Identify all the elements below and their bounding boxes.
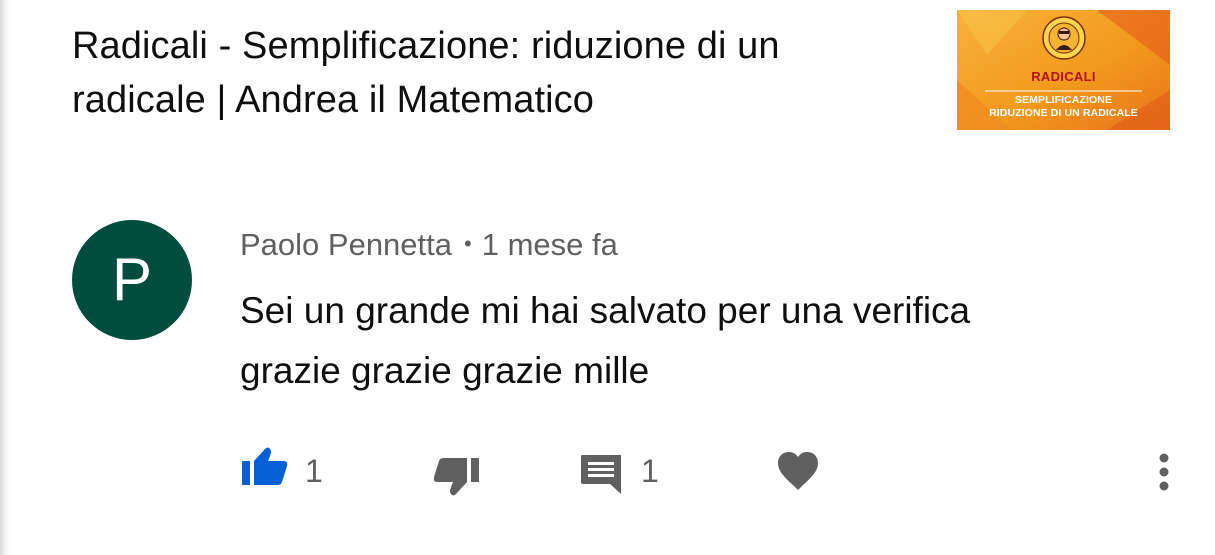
meta-separator: • xyxy=(464,231,472,256)
thumbnail-title: RADICALI xyxy=(1031,69,1096,84)
reply-button[interactable] xyxy=(579,453,623,495)
comment-meta: Paolo Pennetta • 1 mese fa xyxy=(240,222,618,267)
dislike-button[interactable] xyxy=(432,457,480,499)
thumbs-up-icon xyxy=(242,447,288,485)
heart-icon xyxy=(778,452,818,490)
thumbs-down-icon xyxy=(433,458,479,496)
video-thumbnail[interactable]: RADICALI SEMPLIFICAZIONE RIDUZIONE DI UN… xyxy=(957,10,1170,130)
comment-timestamp: 1 mese fa xyxy=(481,227,618,262)
video-title[interactable]: Radicali - Semplificazione: riduzione di… xyxy=(72,19,912,127)
comment-text: Sei un grande mi hai salvato per una ver… xyxy=(240,281,1120,401)
left-edge-shadow xyxy=(0,0,10,555)
avatar[interactable]: P xyxy=(72,220,192,340)
more-options-button[interactable] xyxy=(1150,452,1178,492)
thumbnail-subtitle-line1: SEMPLIFICAZIONE xyxy=(1014,94,1113,106)
like-button[interactable] xyxy=(241,446,289,486)
heart-button[interactable] xyxy=(776,450,820,492)
comment-author[interactable]: Paolo Pennetta xyxy=(240,227,452,262)
andrea-il-matematico-logo-icon xyxy=(1042,16,1086,60)
reply-count: 1 xyxy=(641,453,659,489)
thumbnail-subtitle-line2: RIDUZIONE DI UN RADICALE xyxy=(989,107,1138,119)
more-vertical-icon xyxy=(1159,453,1169,491)
like-count: 1 xyxy=(305,453,323,489)
comment-text-line1: Sei un grande mi hai salvato per una ver… xyxy=(240,290,971,331)
comment-icon xyxy=(581,455,621,494)
comment-text-line2: grazie grazie grazie mille xyxy=(240,350,650,391)
